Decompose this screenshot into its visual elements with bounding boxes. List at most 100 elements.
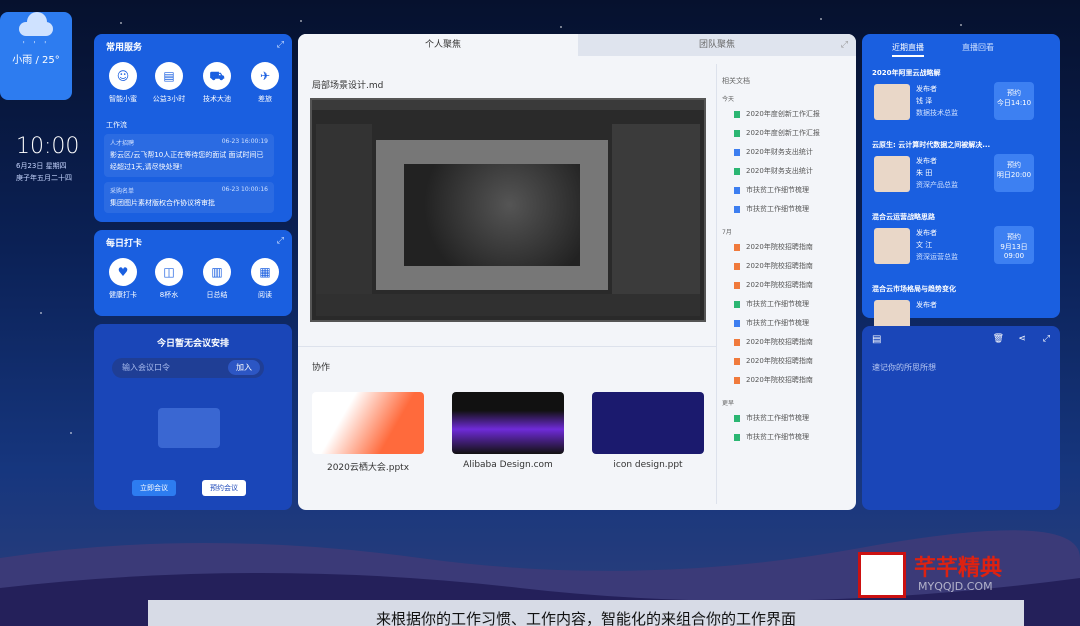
live-title: 云原生: 云计算时代数据之间被解决... [872,141,991,149]
doc-item[interactable]: 2020年院校招聘指南 [722,371,852,390]
doc-item[interactable]: 2020年院校招聘指南 [722,333,852,352]
checkin-summary[interactable]: ▥ 日总结 [192,258,242,300]
file-icon [734,263,740,270]
share-icon[interactable]: ⋖ [1018,334,1026,344]
tab-personal-focus[interactable]: 个人聚焦 [298,34,588,56]
doc-item[interactable]: 市扶贫工作细节梳理 [722,314,852,333]
trash-icon[interactable]: 🗑 [993,334,1004,344]
weather-text: 小雨 / 25° [12,55,60,66]
doc-item[interactable]: 2020年度创新工作汇报 [722,105,852,124]
doc-item[interactable]: 2020年院校招聘指南 [722,276,852,295]
rain-icon: ' ' ' [22,40,50,49]
doc-item[interactable]: 2020年度创新工作汇报 [722,124,852,143]
watermark-logo: 芊芊精典 MYQQJD.COM [858,550,1044,600]
book-live-button[interactable]: 预约 今日14:10 [994,82,1034,120]
chat-icon: ☺ [109,62,137,90]
meeting-code-input[interactable]: 输入会议口令 加入 [112,358,264,378]
live-item[interactable]: 混合云运营战略思路 发布者文 江资深运营总监 预约 9月13日 09:00 [872,212,1050,278]
file-icon [734,415,740,422]
doc-item[interactable]: 市扶贫工作细节梳理 [722,409,852,428]
expand-icon[interactable]: ⤢ [841,40,848,50]
checkin-water[interactable]: ◫ 8杯水 [144,258,194,300]
live-card: 近期直播 直播回看 2020年阿里云战略解 发布者钱 泽数据技术总监 预约 今日14:… [862,34,1060,336]
doc-item[interactable]: 2020年院校招聘指南 [722,238,852,257]
join-button[interactable]: 加入 [228,360,260,375]
note-card: ▤ 🗑 ⋖ ⤢ 速记你的所思所想 [862,326,1060,510]
file-icon [734,434,740,441]
doc-item[interactable]: 市扶贫工作细节梳理 [722,295,852,314]
collab-title: 协作 [312,363,331,373]
doc-item[interactable]: 2020年财务支出统计 [722,162,852,181]
common-services-card: 常用服务 ⤢ ☺ 智能小蜜 ▤ 公益3小时 ⛟ 技术大池 ✈ 差旅 工作流 人才招聘 06… [94,34,292,222]
card-title: 常用服务 [106,43,143,53]
book-live-button[interactable]: 预约 明日20:00 [994,154,1034,192]
doc-item[interactable]: 市扶贫工作细节梳理 [722,428,852,447]
file-icon [734,130,740,137]
service-smart-assistant[interactable]: ☺ 智能小蜜 [98,62,148,104]
tab-replay[interactable]: 直播回看 [962,42,994,53]
meeting-card: 今日暂无会议安排 输入会议口令 加入 立即会议 预约会议 [94,324,292,510]
file-icon [734,301,740,308]
expand-icon[interactable]: ⤢ [1043,334,1050,344]
car-icon: ⛟ [203,62,231,90]
live-title: 混合云市场格局与趋势变化 [872,285,956,293]
book-icon: ▦ [251,258,279,286]
file-icon [734,358,740,365]
doc-item[interactable]: 2020年财务支出统计 [722,143,852,162]
expand-icon[interactable]: ⤢ [277,236,284,246]
workflow-title: 工作流 [106,121,127,129]
start-meeting-button[interactable]: 立即会议 [132,480,176,496]
workflow-item[interactable]: 采购名单 06-23 10:00:16 集团图片素材版权合作协议将审批 [104,182,274,213]
birds-image [404,164,580,266]
daily-checkin-card: 每日打卡 ⤢ ♥ 健康打卡 ◫ 8杯水 ▥ 日总结 ▦ 阅读 [94,230,292,316]
file-icon [734,187,740,194]
card-title: 每日打卡 [106,239,143,249]
file-icon [734,282,740,289]
live-item[interactable]: 云原生: 云计算时代数据之间被解决... 发布者朱 田资深产品总监 预约 明日20:0… [872,140,1050,206]
service-tech-pool[interactable]: ⛟ 技术大池 [192,62,242,104]
book-live-button[interactable]: 预约 9月13日 09:00 [994,226,1034,264]
clock-time: 10:00 [16,134,80,159]
thumbnail-apsara[interactable] [312,392,424,454]
file-icon [734,206,740,213]
checkin-health[interactable]: ♥ 健康打卡 [98,258,148,300]
file-icon [734,111,740,118]
doc-item[interactable]: 2020年院校招聘指南 [722,352,852,371]
doc-item[interactable]: 市扶贫工作细节梳理 [722,181,852,200]
thumbnail-alibaba-design[interactable] [452,392,564,454]
avatar [874,84,910,120]
tab-recent-live[interactable]: 近期直播 [892,42,924,57]
workflow-item[interactable]: 人才招聘 06-23 16:00:19 影云区/云飞帮10人正在等待您的面试 面试… [104,134,274,177]
file-icon [734,377,740,384]
tab-team-focus[interactable]: 团队聚焦 [578,34,856,56]
note-input[interactable]: 速记你的所思所想 [872,362,936,373]
file-preview[interactable] [310,98,706,322]
focus-panel: 个人聚焦 团队聚焦 局部场景设计.md 协作 2020云栖大会.pptx Ali… [298,34,856,510]
live-title: 2020年阿里云战略解 [872,69,941,77]
service-travel[interactable]: ✈ 差旅 [240,62,290,104]
book-meeting-button[interactable]: 预约会议 [202,480,246,496]
logo-icon [858,552,906,598]
cup-icon: ◫ [155,258,183,286]
service-charity[interactable]: ▤ 公益3小时 [144,62,194,104]
doc-item[interactable]: 2020年院校招聘指南 [722,257,852,276]
note-icon: ▤ [872,334,882,345]
doc-group-title[interactable]: 7月 [722,227,852,236]
weather-widget[interactable]: ' ' ' 小雨 / 25° [0,12,72,100]
file-icon [734,149,740,156]
avatar [874,156,910,192]
file-icon [734,168,740,175]
plane-icon: ✈ [251,62,279,90]
thumbnail-icon-design[interactable] [592,392,704,454]
document-icon: ▤ [155,62,183,90]
doc-group-title[interactable]: 今天 [722,94,852,103]
doc-group-title[interactable]: 更早 [722,398,852,407]
clock-widget: 10:00 6月23日 星期四 庚子年五月二十四 [16,134,96,183]
live-item[interactable]: 2020年阿里云战略解 发布者钱 泽数据技术总监 预约 今日14:10 [872,68,1050,134]
doc-item[interactable]: 市扶贫工作细节梳理 [722,200,852,219]
related-docs: 相关文档 今天 2020年度创新工作汇报 2020年度创新工作汇报 2020年财务支出… [722,76,852,447]
checkin-reading[interactable]: ▦ 阅读 [240,258,290,300]
video-camera-icon [158,408,220,448]
file-icon [734,320,740,327]
expand-icon[interactable]: ⤢ [277,40,284,50]
